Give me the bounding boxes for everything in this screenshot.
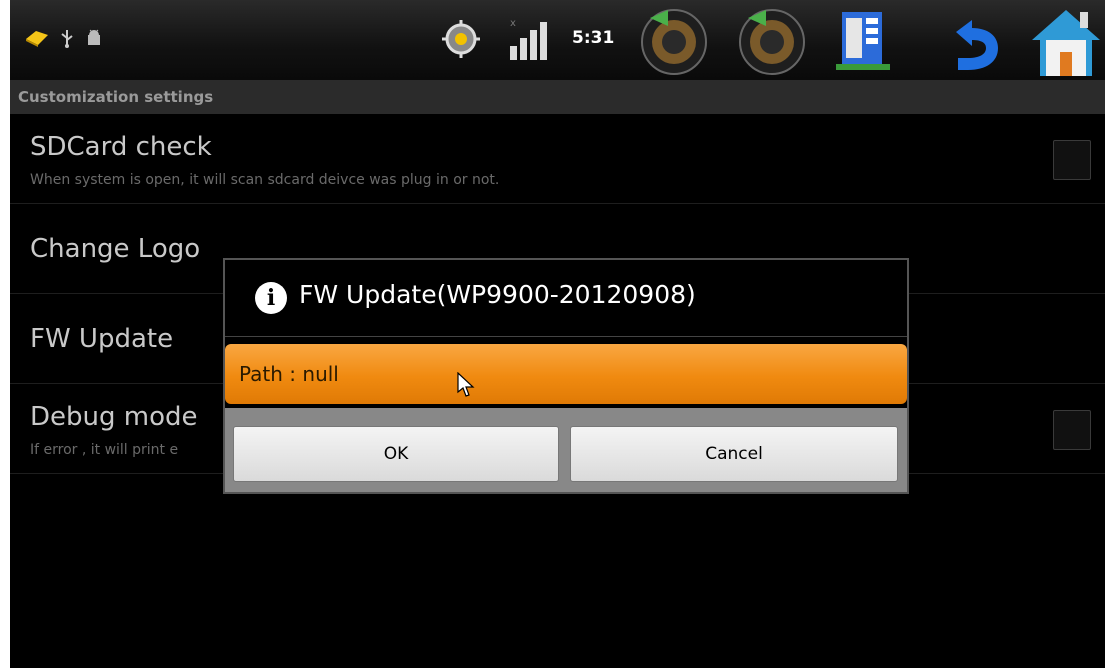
gps-icon <box>442 20 480 58</box>
debug-mode-checkbox[interactable] <box>1053 410 1091 450</box>
status-time: 5:31 <box>572 28 615 48</box>
dialog-title: FW Update(WP9900-20120908) <box>299 280 696 309</box>
pref-title: SDCard check <box>30 132 212 162</box>
notification-icon[interactable] <box>24 29 50 47</box>
dialog-button-bar: OK Cancel <box>225 408 907 492</box>
pref-title: FW Update <box>30 324 174 354</box>
notification-area <box>24 28 104 48</box>
pref-sdcard-check[interactable]: SDCard check When system is open, it wil… <box>10 114 1105 204</box>
android-screen: x 5:31 Customization settings SDCard che… <box>10 0 1105 668</box>
back-icon[interactable] <box>938 14 1004 74</box>
mouse-cursor-icon <box>457 372 475 397</box>
usb-icon <box>61 30 73 48</box>
cancel-button[interactable]: Cancel <box>570 426 898 482</box>
section-header: Customization settings <box>10 80 1105 114</box>
android-debug-icon <box>88 29 100 45</box>
status-bar: x 5:31 <box>10 0 1105 80</box>
volume-down-icon[interactable] <box>638 4 710 76</box>
ok-button[interactable]: OK <box>233 426 559 482</box>
sdcard-check-checkbox[interactable] <box>1053 140 1091 180</box>
menu-icon[interactable] <box>832 8 894 74</box>
info-icon: i <box>255 282 287 314</box>
signal-icon: x <box>510 18 547 60</box>
volume-up-icon[interactable] <box>736 4 808 76</box>
path-label: Path : null <box>239 362 339 386</box>
pref-title: Change Logo <box>30 234 201 264</box>
path-item[interactable]: Path : null <box>225 344 907 404</box>
dialog-header: i FW Update(WP9900-20120908) <box>225 260 907 337</box>
pref-title: Debug mode <box>30 402 198 432</box>
pref-summary: When system is open, it will scan sdcard… <box>30 172 500 188</box>
fw-update-dialog: i FW Update(WP9900-20120908) Path : null… <box>223 258 909 494</box>
svg-text:x: x <box>510 18 516 29</box>
home-icon[interactable] <box>1030 6 1102 78</box>
pref-summary: If error , it will print e <box>30 442 179 458</box>
